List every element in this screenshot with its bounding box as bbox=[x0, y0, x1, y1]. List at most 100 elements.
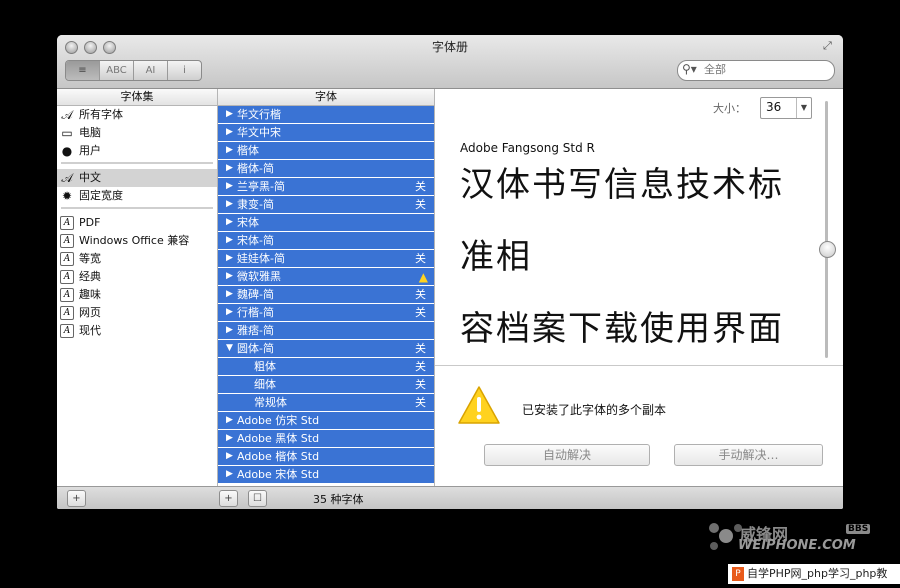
size-select[interactable]: 36 ▼ bbox=[760, 97, 812, 119]
font-family-row[interactable]: ▶ 魏碑-简 关 bbox=[218, 286, 434, 303]
add-collection-button[interactable]: + bbox=[67, 490, 86, 507]
disclosure-closed-icon[interactable]: ▶ bbox=[226, 286, 233, 303]
disclosure-closed-icon[interactable]: ▶ bbox=[226, 448, 233, 465]
auto-resolve-button[interactable]: 自动解决 bbox=[484, 444, 650, 466]
disclosure-closed-icon[interactable]: ▶ bbox=[226, 322, 233, 339]
font-family-row[interactable]: ▶ Adobe 楷体 Std bbox=[218, 448, 434, 465]
font-family-row[interactable]: ▶ 微软雅黑 ▲ bbox=[218, 268, 434, 285]
disclosure-closed-icon[interactable]: ▶ bbox=[226, 412, 233, 429]
font-name: 宋体-简 bbox=[237, 234, 274, 247]
collection-icon: A bbox=[60, 234, 74, 248]
repertoire-view-icon[interactable]: AI bbox=[134, 61, 168, 80]
font-book-window: 字体册 ⤢ ≡ ABC AI i ⚲▾ 字体集 𝒜 所有字体 ▭ 电脑 ● 用户 𝒜 中文 ✹ 固… bbox=[57, 35, 843, 509]
collection-item[interactable]: 𝒜 中文 bbox=[57, 169, 217, 187]
collection-icon: A bbox=[60, 270, 74, 284]
disclosure-closed-icon[interactable]: ▶ bbox=[226, 250, 233, 267]
font-style-row[interactable]: 细体 关 bbox=[218, 376, 434, 393]
disclosure-closed-icon[interactable]: ▶ bbox=[226, 466, 233, 483]
font-family-row[interactable]: ▶ Adobe 仿宋 Std bbox=[218, 412, 434, 429]
php-logo-icon: P bbox=[732, 567, 744, 581]
font-family-row[interactable]: ▶ 楷体-简 bbox=[218, 160, 434, 177]
search-input[interactable] bbox=[704, 62, 824, 77]
font-family-row[interactable]: ▶ Adobe 黑体 Std bbox=[218, 430, 434, 447]
font-name: Adobe 仿宋 Std bbox=[237, 414, 320, 427]
manual-resolve-button[interactable]: 手动解决… bbox=[674, 444, 823, 466]
disclosure-closed-icon[interactable]: ▶ bbox=[226, 106, 233, 123]
fullscreen-icon[interactable]: ⤢ bbox=[823, 39, 837, 53]
collection-item[interactable]: ● 用户 bbox=[57, 142, 217, 160]
font-off-label: 关 bbox=[415, 180, 426, 193]
disclosure-closed-icon[interactable]: ▶ bbox=[226, 142, 233, 159]
collection-item[interactable]: A Windows Office 兼容 bbox=[57, 232, 217, 250]
size-label: 大小： bbox=[713, 102, 746, 115]
disclosure-closed-icon[interactable]: ▶ bbox=[226, 178, 233, 195]
font-family-row[interactable]: ▶ 隶变-简 关 bbox=[218, 196, 434, 213]
font-family-row[interactable]: ▶ 行楷-简 关 bbox=[218, 304, 434, 321]
search-field[interactable]: ⚲▾ bbox=[677, 60, 835, 81]
font-name: 华文行楷 bbox=[237, 108, 281, 121]
font-family-row[interactable]: ▶ 宋体 bbox=[218, 214, 434, 231]
footer-watermark: P 自学PHP网_php学习_php教 bbox=[728, 564, 900, 584]
collection-item-label: Windows Office 兼容 bbox=[79, 234, 190, 247]
collection-item[interactable]: A 经典 bbox=[57, 268, 217, 286]
size-slider-knob[interactable] bbox=[819, 241, 836, 258]
collection-item[interactable]: 𝒜 所有字体 bbox=[57, 106, 217, 124]
disclosure-closed-icon[interactable]: ▶ bbox=[226, 196, 233, 213]
collection-icon: A bbox=[60, 252, 74, 266]
font-style-row[interactable]: 粗体 关 bbox=[218, 358, 434, 375]
collection-item[interactable]: A PDF bbox=[57, 214, 217, 232]
font-family-row[interactable]: ▶ 兰亭黑-简 关 bbox=[218, 178, 434, 195]
font-name: 行楷-简 bbox=[237, 306, 274, 319]
disclosure-closed-icon[interactable]: ▶ bbox=[226, 268, 233, 285]
font-family-row[interactable]: ▶ 娃娃体-简 关 bbox=[218, 250, 434, 267]
font-name: 宋体 bbox=[237, 216, 259, 229]
font-name: 楷体 bbox=[237, 144, 259, 157]
collection-item-label: 电脑 bbox=[79, 126, 101, 139]
add-font-button[interactable]: + bbox=[219, 490, 238, 507]
font-family-row[interactable]: ▼ 圆体-简 关 bbox=[218, 340, 434, 357]
title-bar: 字体册 ⤢ ≡ ABC AI i ⚲▾ bbox=[57, 35, 843, 89]
preview-pane: 大小： 36 ▼ Adobe Fangsong Std R 汉体书写信息技术标 … bbox=[435, 89, 843, 486]
user-icon: ● bbox=[61, 144, 73, 158]
preview-font-name: Adobe Fangsong Std R bbox=[460, 141, 595, 155]
collection-item-label: 经典 bbox=[79, 270, 101, 283]
font-family-row[interactable]: ▶ Adobe 宋体 Std bbox=[218, 466, 434, 483]
disclosure-closed-icon[interactable]: ▶ bbox=[226, 124, 233, 141]
font-name: 娃娃体-简 bbox=[237, 252, 285, 265]
font-name: 常规体 bbox=[254, 396, 287, 409]
disclosure-closed-icon[interactable]: ▶ bbox=[226, 430, 233, 447]
preview-sample-line: 汉体书写信息技术标 bbox=[460, 165, 784, 205]
collection-item[interactable]: ▭ 电脑 bbox=[57, 124, 217, 142]
collection-item-label: 固定宽度 bbox=[79, 189, 123, 202]
font-family-row[interactable]: ▶ 宋体-简 bbox=[218, 232, 434, 249]
disclosure-closed-icon[interactable]: ▶ bbox=[226, 232, 233, 249]
disclosure-closed-icon[interactable]: ▶ bbox=[226, 304, 233, 321]
font-family-row[interactable]: ▶ 楷体 bbox=[218, 142, 434, 159]
warning-icon bbox=[458, 386, 500, 424]
disclosure-open-icon[interactable]: ▼ bbox=[226, 340, 233, 357]
sample-view-icon[interactable]: ABC bbox=[100, 61, 134, 80]
font-family-row[interactable]: ▶ 华文行楷 bbox=[218, 106, 434, 123]
font-family-row[interactable]: ▶ 雅痞-简 bbox=[218, 322, 434, 339]
font-name: 粗体 bbox=[254, 360, 276, 373]
collection-item[interactable]: A 等宽 bbox=[57, 250, 217, 268]
font-style-row[interactable]: 常规体 关 bbox=[218, 394, 434, 411]
chevron-down-icon[interactable]: ▼ bbox=[796, 98, 811, 118]
disclosure-closed-icon[interactable]: ▶ bbox=[226, 160, 233, 177]
view-mode-segmented-control[interactable]: ≡ ABC AI i bbox=[65, 60, 202, 81]
collection-item-label: 现代 bbox=[79, 324, 101, 337]
collection-item[interactable]: ✹ 固定宽度 bbox=[57, 187, 217, 205]
collection-icon: A bbox=[60, 288, 74, 302]
collection-item[interactable]: A 现代 bbox=[57, 322, 217, 340]
font-family-row[interactable]: ▶ 华文中宋 bbox=[218, 124, 434, 141]
info-view-icon[interactable]: i bbox=[168, 61, 201, 80]
disclosure-closed-icon[interactable]: ▶ bbox=[226, 214, 233, 231]
size-slider-track[interactable] bbox=[825, 101, 828, 358]
computer-icon: ▭ bbox=[61, 126, 73, 140]
list-view-icon[interactable]: ≡ bbox=[66, 61, 100, 80]
disable-font-button[interactable]: ☐ bbox=[248, 490, 267, 507]
collection-item[interactable]: A 网页 bbox=[57, 304, 217, 322]
collection-item[interactable]: A 趣味 bbox=[57, 286, 217, 304]
font-off-label: 关 bbox=[415, 198, 426, 211]
font-off-label: 关 bbox=[415, 378, 426, 391]
